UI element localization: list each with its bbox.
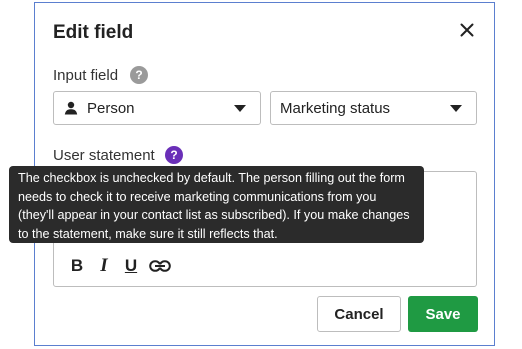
save-button[interactable]: Save <box>408 296 478 332</box>
field-select[interactable]: Marketing status <box>270 91 477 125</box>
link-button[interactable] <box>149 260 171 272</box>
chevron-down-icon <box>450 105 462 112</box>
chevron-down-icon <box>234 105 246 112</box>
dialog-title: Edit field <box>53 22 134 43</box>
person-icon <box>64 101 78 115</box>
question-circle-icon[interactable]: ? <box>130 66 148 84</box>
close-icon <box>460 23 474 37</box>
field-select-value: Marketing status <box>280 99 391 117</box>
italic-button[interactable]: I <box>95 256 113 276</box>
underline-button[interactable]: U <box>122 256 140 276</box>
statement-help-tooltip: The checkbox is unchecked by default. Th… <box>9 166 424 243</box>
bold-button[interactable]: B <box>68 256 86 276</box>
editor-toolbar: B I U <box>68 256 171 276</box>
cancel-button[interactable]: Cancel <box>317 296 401 332</box>
source-select-value: Person <box>87 99 135 117</box>
source-select[interactable]: Person <box>53 91 261 125</box>
close-button[interactable] <box>456 19 478 41</box>
link-icon <box>149 260 171 272</box>
user-statement-label: User statement <box>53 147 155 164</box>
input-field-label: Input field <box>53 67 119 84</box>
question-circle-icon[interactable]: ? <box>165 146 183 164</box>
